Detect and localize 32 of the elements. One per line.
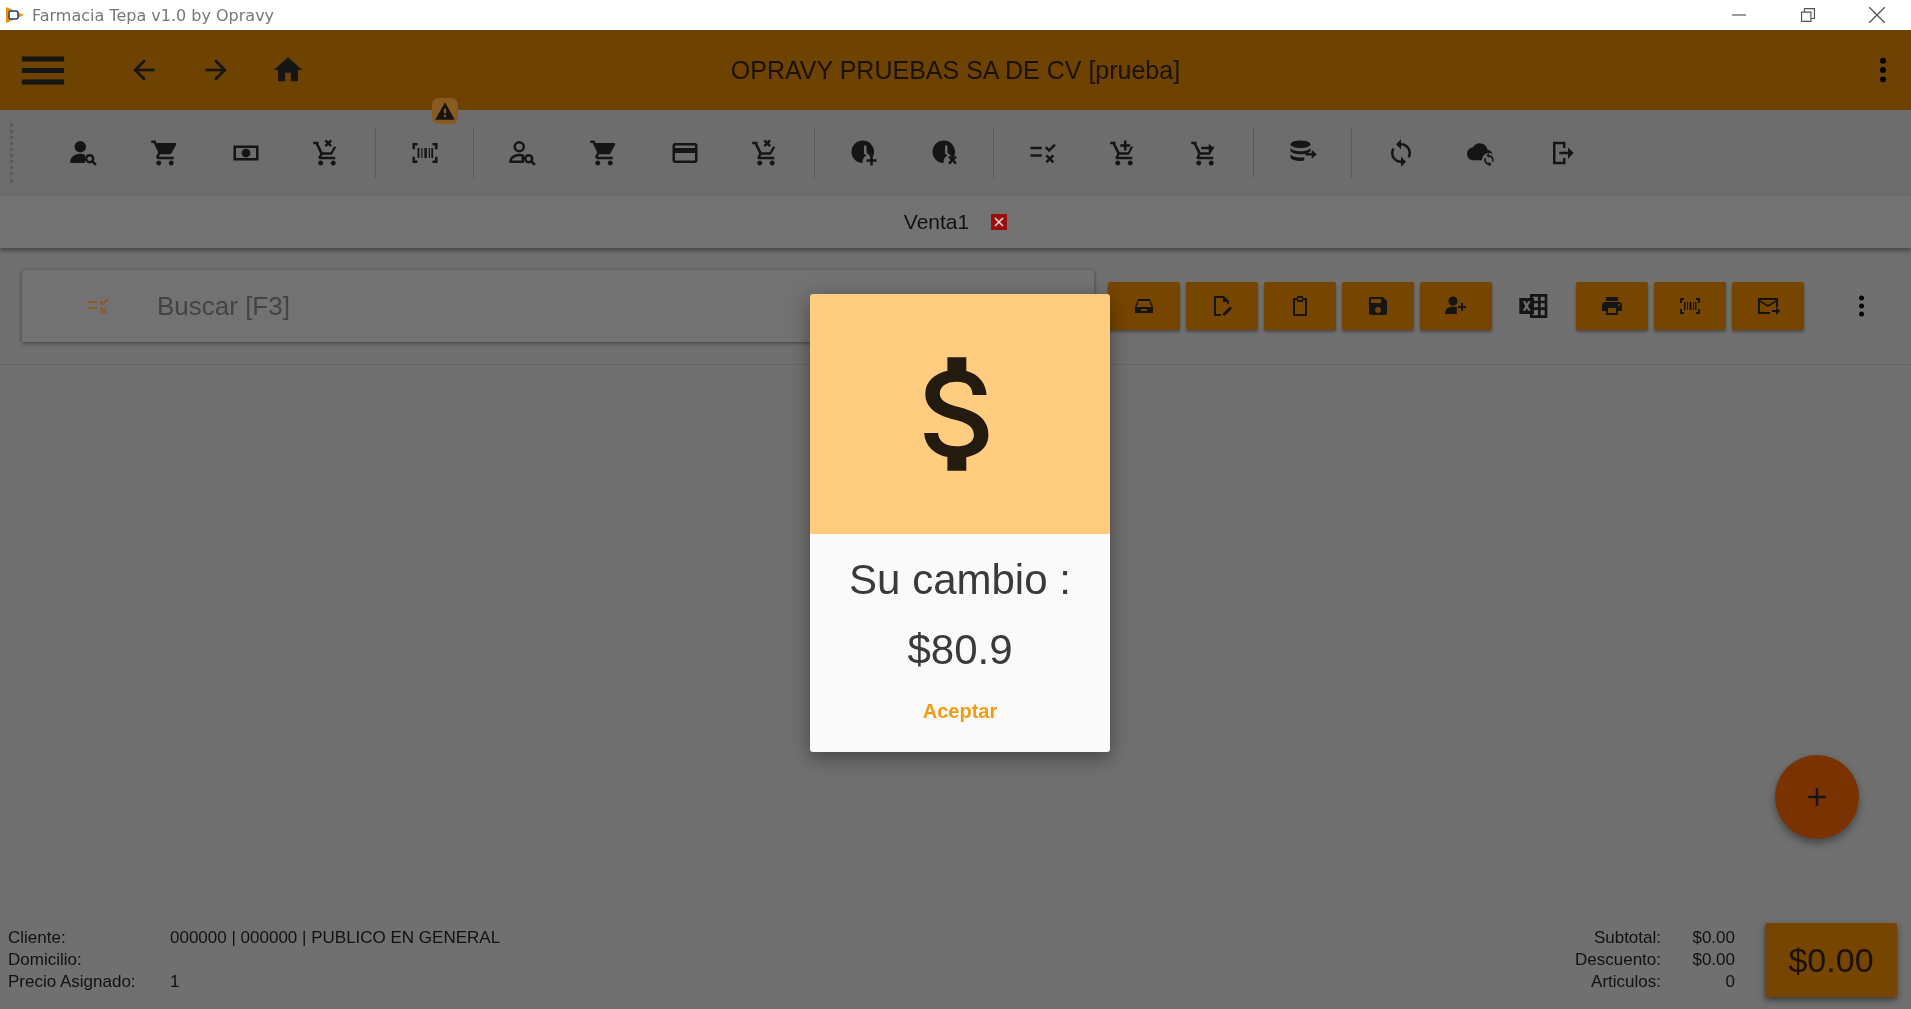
app-logo-icon [4,5,26,25]
total-button[interactable]: $0.00 [1765,923,1897,997]
field-value: 1 [170,972,180,992]
save-icon [1366,294,1390,318]
save-button[interactable] [1342,282,1414,330]
total-value: 0 [1724,972,1735,992]
total-label: Descuento: [1575,950,1661,970]
total-label: Articulos: [1591,972,1661,992]
clipboard-button[interactable] [1264,282,1336,330]
field-label: Cliente: [8,928,67,948]
close-tab-icon[interactable] [991,214,1008,230]
company-title: OPRAVY PRUEBAS SA DE CV [prueba] [730,55,1181,85]
field-label: Domicilio: [8,950,83,970]
edit-document-button[interactable] [1186,282,1258,330]
change-amount: $80.9 [907,626,1013,674]
total-value: $0.00 [1691,928,1735,948]
print-button[interactable] [1576,282,1648,330]
dialog-heading: Su cambio : [849,556,1071,604]
field-label: Precio Asignado: [8,972,137,992]
print-icon [1600,294,1624,318]
tab[interactable]: Venta1 [903,210,970,234]
person-add-button[interactable] [1420,282,1492,330]
total-label: Subtotal: [1593,928,1661,948]
add-fab[interactable] [1775,755,1859,839]
total-value: $0.00 [1691,950,1735,970]
cash-drawer-button[interactable] [1108,282,1180,330]
mail-send-button[interactable] [1732,282,1804,330]
window-title: Farmacia Tepa v1.0 by Opravy [32,5,275,25]
barcode-button[interactable] [1654,282,1726,330]
accept-button[interactable]: Aceptar [912,696,1008,727]
warning-icon [432,98,458,124]
field-value: 000000 | 000000 | PUBLICO EN GENERAL [170,928,501,948]
